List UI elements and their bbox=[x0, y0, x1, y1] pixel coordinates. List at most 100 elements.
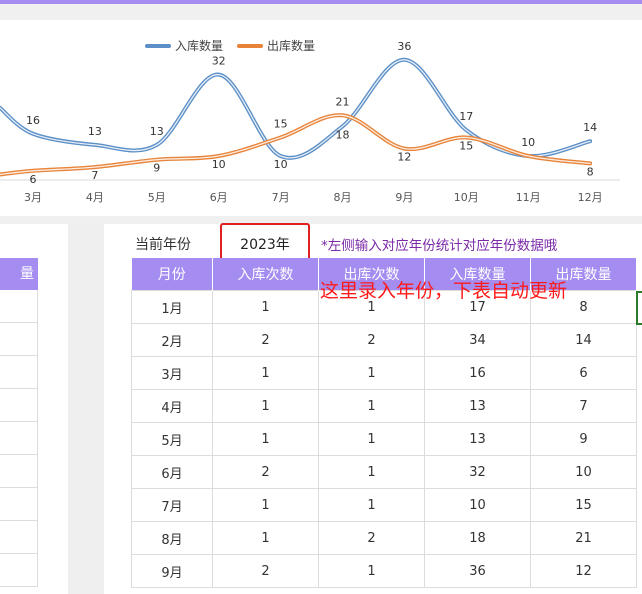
table-cell[interactable]: 9 bbox=[530, 422, 637, 456]
table-cell[interactable]: 2 bbox=[212, 323, 319, 357]
data-label: 6 bbox=[30, 173, 37, 186]
table-cell[interactable]: 18 bbox=[424, 521, 531, 555]
left-row[interactable] bbox=[0, 356, 38, 389]
table-cell[interactable]: 1 bbox=[212, 290, 319, 324]
line-chart[interactable]: 入库数量 出库数量 3月 4月 5月 6月 7月 8月 9月 10月 11月 12月 16 6 13 7 1… bbox=[0, 20, 642, 216]
data-label: 8 bbox=[587, 165, 594, 178]
data-label: 12 bbox=[397, 151, 411, 164]
x-tick-label: 9月 bbox=[395, 191, 413, 204]
table-cell[interactable]: 36 bbox=[424, 554, 531, 588]
table-cell[interactable]: 14 bbox=[530, 323, 637, 357]
table-cell[interactable]: 1 bbox=[318, 356, 425, 390]
table-row: 9月 2 1 36 12 bbox=[131, 554, 637, 588]
table-cell[interactable]: 1 bbox=[318, 422, 425, 456]
table-cell[interactable]: 34 bbox=[424, 323, 531, 357]
left-table-header: 量 bbox=[0, 258, 38, 290]
data-label: 17 bbox=[459, 110, 473, 123]
chart-plot: 3月 4月 5月 6月 7月 8月 9月 10月 11月 12月 16 6 13 7 13 9 32 10 15 10… bbox=[0, 40, 620, 204]
x-tick-label: 8月 bbox=[334, 191, 352, 204]
table-cell[interactable]: 16 bbox=[424, 356, 531, 390]
table-cell[interactable]: 3月 bbox=[131, 356, 213, 390]
table-cell[interactable]: 1 bbox=[212, 356, 319, 390]
left-row[interactable] bbox=[0, 389, 38, 422]
left-row[interactable] bbox=[0, 422, 38, 455]
table-cell[interactable]: 6月 bbox=[131, 455, 213, 489]
x-tick-label: 12月 bbox=[578, 191, 603, 204]
sheet-gap-2 bbox=[0, 216, 642, 224]
x-tick-label: 6月 bbox=[210, 191, 228, 204]
table-cell[interactable]: 1 bbox=[212, 422, 319, 456]
x-tick-label: 7月 bbox=[272, 191, 290, 204]
table-cell[interactable]: 7 bbox=[530, 389, 637, 423]
data-label: 14 bbox=[583, 121, 597, 134]
table-cell[interactable]: 2月 bbox=[131, 323, 213, 357]
sheet-gutter bbox=[68, 224, 104, 594]
table-cell[interactable]: 10 bbox=[424, 488, 531, 522]
left-row[interactable] bbox=[0, 323, 38, 356]
sheet-gap bbox=[0, 4, 642, 20]
year-input[interactable]: 2023年 bbox=[226, 234, 304, 254]
x-tick-label: 10月 bbox=[454, 191, 479, 204]
table-cell[interactable]: 13 bbox=[424, 389, 531, 423]
x-tick-label: 5月 bbox=[148, 191, 166, 204]
x-tick-label: 4月 bbox=[86, 191, 104, 204]
table-cell[interactable]: 13 bbox=[424, 422, 531, 456]
col-in-count: 入库次数 bbox=[212, 258, 319, 291]
data-label: 9 bbox=[153, 162, 160, 175]
table-cell[interactable]: 7月 bbox=[131, 488, 213, 522]
x-tick-label: 11月 bbox=[516, 191, 541, 204]
table-cell[interactable]: 6 bbox=[530, 356, 637, 390]
table-row: 6月 2 1 32 10 bbox=[131, 455, 637, 489]
table-cell[interactable]: 1 bbox=[212, 488, 319, 522]
table-cell[interactable]: 1 bbox=[318, 554, 425, 588]
table-cell[interactable]: 12 bbox=[530, 554, 637, 588]
data-label: 10 bbox=[274, 158, 288, 171]
table-cell[interactable]: 9月 bbox=[131, 554, 213, 588]
left-row[interactable] bbox=[0, 521, 38, 554]
selected-cell-edge[interactable] bbox=[636, 291, 642, 325]
series-line-0 bbox=[0, 57, 593, 160]
data-label: 16 bbox=[26, 114, 40, 127]
table-cell[interactable]: 1 bbox=[212, 521, 319, 555]
table-row: 3月 1 1 16 6 bbox=[131, 356, 637, 390]
table-cell[interactable]: 1 bbox=[212, 389, 319, 423]
data-label: 21 bbox=[336, 95, 350, 108]
annotation-text: 这里录入年份，下表自动更新 bbox=[320, 280, 568, 302]
data-label: 7 bbox=[91, 169, 98, 182]
left-row[interactable] bbox=[0, 488, 38, 521]
col-month: 月份 bbox=[131, 258, 213, 291]
table-cell[interactable]: 1 bbox=[318, 455, 425, 489]
data-label: 32 bbox=[212, 55, 226, 68]
data-label: 36 bbox=[397, 40, 411, 53]
table-cell[interactable]: 10 bbox=[530, 455, 637, 489]
table-row: 2月 2 2 34 14 bbox=[131, 323, 637, 357]
table-cell[interactable]: 2 bbox=[212, 554, 319, 588]
table-cell[interactable]: 5月 bbox=[131, 422, 213, 456]
table-cell[interactable]: 1 bbox=[318, 389, 425, 423]
table-cell[interactable]: 1 bbox=[318, 488, 425, 522]
data-label: 13 bbox=[150, 125, 164, 138]
data-label: 15 bbox=[459, 140, 473, 153]
table-row: 7月 1 1 10 15 bbox=[131, 488, 637, 522]
table-cell[interactable]: 4月 bbox=[131, 389, 213, 423]
table-cell[interactable]: 21 bbox=[530, 521, 637, 555]
data-label: 15 bbox=[274, 118, 288, 131]
left-row[interactable] bbox=[0, 455, 38, 488]
table-cell[interactable]: 1月 bbox=[131, 290, 213, 324]
table-cell[interactable]: 15 bbox=[530, 488, 637, 522]
table-row: 5月 1 1 13 9 bbox=[131, 422, 637, 456]
table-cell[interactable]: 2 bbox=[318, 521, 425, 555]
left-row[interactable] bbox=[0, 290, 38, 323]
table-row: 4月 1 1 13 7 bbox=[131, 389, 637, 423]
year-hint: *左侧输入对应年份统计对应年份数据哦 bbox=[321, 238, 558, 254]
data-label: 10 bbox=[521, 136, 535, 149]
year-label: 当前年份 bbox=[135, 237, 191, 253]
x-tick-label: 3月 bbox=[24, 191, 42, 204]
table-cell[interactable]: 8月 bbox=[131, 521, 213, 555]
table-row: 8月 1 2 18 21 bbox=[131, 521, 637, 555]
left-row[interactable] bbox=[0, 554, 38, 587]
table-cell[interactable]: 32 bbox=[424, 455, 531, 489]
table-cell[interactable]: 2 bbox=[212, 455, 319, 489]
table-cell[interactable]: 2 bbox=[318, 323, 425, 357]
data-label: 18 bbox=[336, 128, 350, 141]
